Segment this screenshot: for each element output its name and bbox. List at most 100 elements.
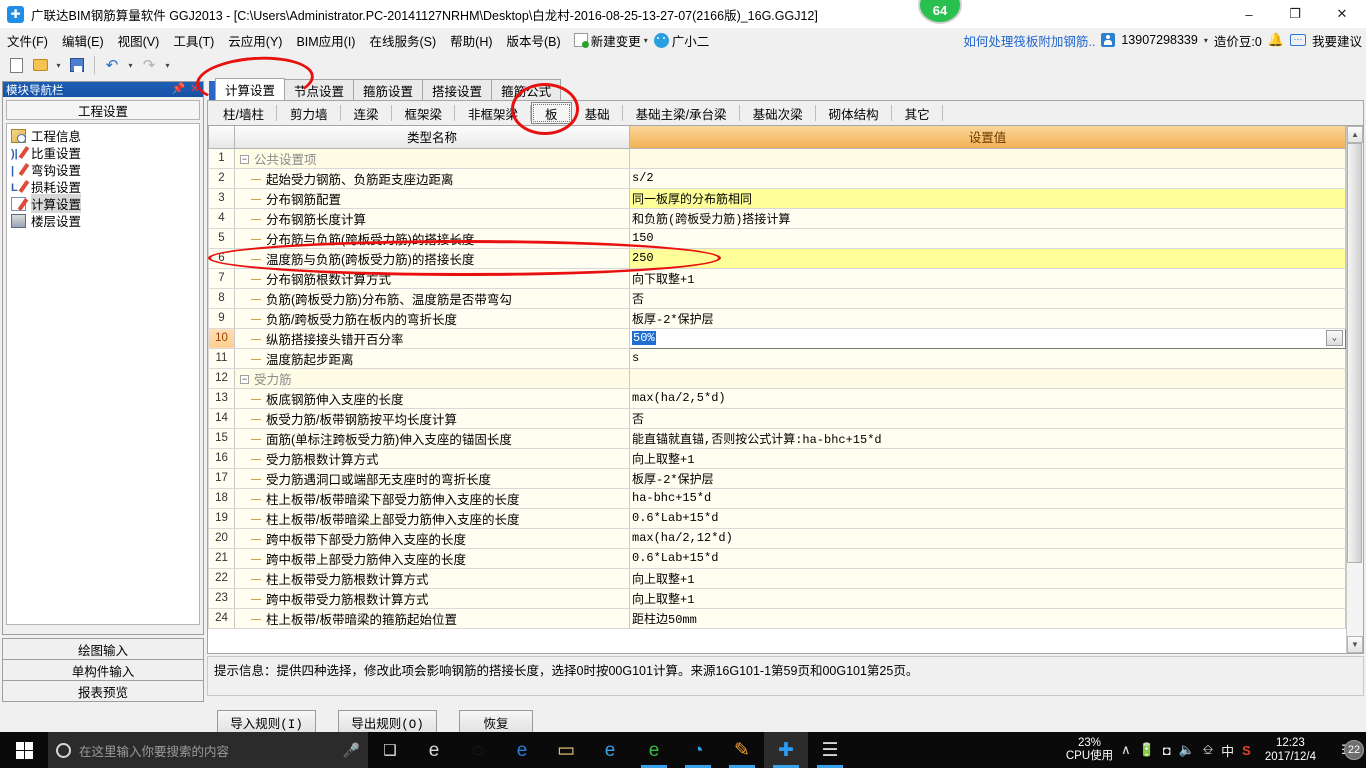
menu-edit[interactable]: 编辑(E) [55,29,111,52]
tab-coupling-beam[interactable]: 连梁 [341,102,392,124]
row-number-cell[interactable]: 12 [208,367,235,389]
minimize-button[interactable]: – [1226,0,1272,28]
table-row[interactable]: 15 面筋(单标注跨板受力筋)伸入支座的锚固长度 能直锚就直锚,否则按公式计算:ha… [208,427,1346,449]
account-number[interactable]: 13907298339 [1121,33,1197,47]
undo-dropdown-caret-icon[interactable]: ▾ [125,54,136,76]
green-browser-button[interactable]: e [632,732,676,768]
row-number-cell[interactable]: 13 [208,387,235,409]
open-dropdown-caret-icon[interactable]: ▾ [53,54,64,76]
assistant-button[interactable]: 广小二 [653,31,709,50]
table-row[interactable]: 20 跨中板带下部受力筋伸入支座的长度 max(ha/2,12*d) [208,527,1346,549]
account-caret-icon[interactable]: ▾ [1204,36,1208,45]
tab-calc-settings[interactable]: 计算设置 [215,78,286,100]
table-row[interactable]: 24 柱上板带/板带暗梁的箍筋起始位置 距柱边50mm [208,607,1346,629]
type-name-cell[interactable]: 柱上板带/板带暗梁上部受力筋伸入支座的长度 [234,507,630,529]
notification-bell-icon[interactable]: 🔔 [1268,32,1284,48]
tab-non-frame-beam[interactable]: 非框架梁 [455,102,532,124]
single-component-input-button[interactable]: 单构件输入 [2,659,204,681]
table-row[interactable]: 8 负筋(跨板受力筋)分布筋、温度筋是否带弯勾 否 [208,287,1346,309]
tab-frame-beam[interactable]: 框架梁 [392,102,456,124]
setting-value-cell[interactable]: 距柱边50mm [629,607,1346,629]
wifi-icon[interactable]: ◘ [1163,743,1171,758]
taskbar-clock[interactable]: 12:23 2017/12/4 [1259,736,1322,764]
row-number-cell[interactable]: 11 [208,347,235,369]
points-label[interactable]: 造价豆:0 [1214,31,1262,50]
tab-foundation[interactable]: 基础 [572,102,623,124]
pin-icon[interactable]: 📌 [171,82,186,97]
type-name-cell[interactable]: 板受力筋/板带钢筋按平均长度计算 [234,407,630,429]
action-center-button[interactable]: ☰ 22 [1330,740,1364,760]
row-number-cell[interactable]: 4 [208,207,235,229]
value-dropdown-button[interactable]: ⌄ [1326,329,1343,346]
start-button[interactable] [0,732,48,768]
help-article-link[interactable]: 如何处理筏板附加钢筋.. [963,31,1095,50]
sidebar-item-calc-settings[interactable]: 计算设置 [9,194,197,213]
setting-value-cell[interactable]: 板厚-2*保护层 [629,467,1346,489]
type-name-cell[interactable]: 跨中板带上部受力筋伸入支座的长度 [234,547,630,569]
menu-bim[interactable]: BIM应用(I) [289,29,362,52]
tab-slab[interactable]: 板 [531,102,572,124]
type-name-cell[interactable]: 负筋(跨板受力筋)分布筋、温度筋是否带弯勾 [234,287,630,309]
import-rules-button[interactable]: 导入规则(I) [217,710,316,734]
grid-vertical-scrollbar[interactable]: ▲ ▼ [1346,126,1363,653]
scroll-up-button[interactable]: ▲ [1347,126,1363,143]
report-app-button[interactable]: ☰ [808,732,852,768]
setting-value-cell[interactable]: 0.6*Lab+15*d [629,547,1346,569]
setting-value-cell[interactable]: 50% ⌄ [629,327,1346,349]
row-number-cell[interactable]: 8 [208,287,235,309]
360-browser-button[interactable]: ◔ [676,732,720,768]
table-row[interactable]: 6 温度筋与负筋(跨板受力筋)的搭接长度 250 [208,247,1346,269]
open-file-button[interactable] [29,54,51,76]
new-change-caret-icon[interactable]: ▾ [644,36,648,45]
type-name-cell[interactable]: 柱上板带/板带暗梁的箍筋起始位置 [234,607,630,629]
menu-online-service[interactable]: 在线服务(S) [362,29,443,52]
type-name-cell[interactable]: 分布钢筋根数计算方式 [234,267,630,289]
setting-value-cell[interactable] [629,147,1346,169]
table-row[interactable]: 2 起始受力钢筋、负筋距支座边距离 s/2 [208,167,1346,189]
dock-section-header[interactable]: 工程设置 [6,100,200,120]
menu-file[interactable]: 文件(F) [0,29,55,52]
setting-value-cell[interactable]: max(ha/2,5*d) [629,387,1346,409]
table-row[interactable]: 4 分布钢筋长度计算 和负筋(跨板受力筋)搭接计算 [208,207,1346,229]
table-row[interactable]: 23 跨中板带受力筋根数计算方式 向上取整+1 [208,587,1346,609]
setting-value-cell[interactable] [629,367,1346,389]
row-number-cell[interactable]: 2 [208,167,235,189]
keyboard-icon[interactable]: ⎒ [1203,742,1213,758]
tab-foundation-secondary-beam[interactable]: 基础次梁 [740,102,816,124]
table-row[interactable]: 19 柱上板带/板带暗梁上部受力筋伸入支座的长度 0.6*Lab+15*d [208,507,1346,529]
sidebar-item-hook-settings[interactable]: | 弯钩设置 [9,161,197,178]
sidebar-item-weight-settings[interactable]: )| 比重设置 [9,144,197,161]
microphone-icon[interactable]: 🎤 [343,742,360,759]
type-name-cell[interactable]: 跨中板带下部受力筋伸入支座的长度 [234,527,630,549]
notes-app-button[interactable]: ✎ [720,732,764,768]
row-number-cell[interactable]: 17 [208,467,235,489]
sidebar-item-loss-settings[interactable]: L 损耗设置 [9,178,197,195]
new-file-button[interactable] [5,54,27,76]
setting-value-cell[interactable]: max(ha/2,12*d) [629,527,1346,549]
setting-value-cell[interactable]: 向上取整+1 [629,447,1346,469]
tray-expand-icon[interactable]: ∧ [1121,742,1131,758]
ie-browser-button[interactable]: e [412,732,456,768]
table-row[interactable]: 1− 公共设置项 [208,147,1346,169]
menu-view[interactable]: 视图(V) [111,29,167,52]
setting-value-cell[interactable]: 板厚-2*保护层 [629,307,1346,329]
type-name-cell[interactable]: 受力筋根数计算方式 [234,447,630,469]
type-name-cell[interactable]: 负筋/跨板受力筋在板内的弯折长度 [234,307,630,329]
table-row[interactable]: 13 板底钢筋伸入支座的长度 max(ha/2,5*d) [208,387,1346,409]
row-number-cell[interactable]: 3 [208,187,235,209]
tab-lap-settings[interactable]: 搭接设置 [422,79,493,100]
volume-icon[interactable]: 🔈 [1179,742,1195,758]
row-number-cell[interactable]: 15 [208,427,235,449]
tab-node-settings[interactable]: 节点设置 [284,79,355,100]
report-preview-button[interactable]: 报表预览 [2,680,204,702]
tab-shear-wall[interactable]: 剪力墙 [277,102,341,124]
menu-version[interactable]: 版本号(B) [500,29,568,52]
setting-value-cell[interactable]: s [629,347,1346,369]
table-row[interactable]: 7 分布钢筋根数计算方式 向下取整+1 [208,267,1346,289]
row-number-cell[interactable]: 23 [208,587,235,609]
task-view-button[interactable]: ❑ [368,732,412,768]
tab-other[interactable]: 其它 [892,102,943,124]
table-row[interactable]: 14 板受力筋/板带钢筋按平均长度计算 否 [208,407,1346,429]
table-row[interactable]: 10 纵筋搭接接头错开百分率 50% ⌄ [208,327,1346,349]
new-change-button[interactable]: 新建变更 ▾ [573,31,648,50]
